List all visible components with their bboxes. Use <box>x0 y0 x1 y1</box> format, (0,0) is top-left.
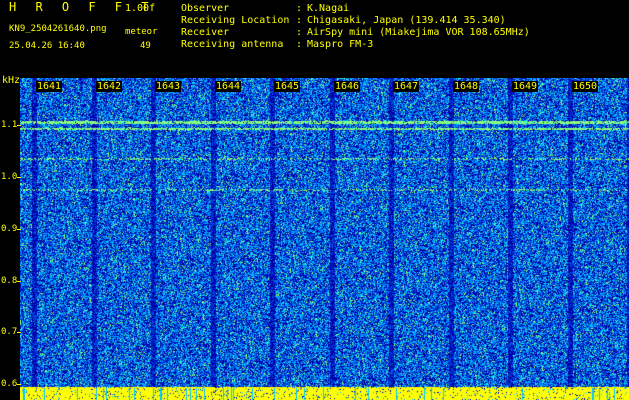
meta-key-location: Receiving Location <box>181 15 290 26</box>
x-tick-label: 1645 <box>274 81 301 92</box>
x-tick-label: 1647 <box>393 81 420 92</box>
x-tick-label: 1642 <box>96 81 123 92</box>
timestamp: 25.04.26 16:40 <box>9 41 85 51</box>
file-name: KN9_2504261640.png <box>9 24 107 34</box>
y-tick-mark <box>17 125 21 126</box>
x-tick-label: 1641 <box>36 81 63 92</box>
meta-sep: : <box>296 27 303 38</box>
meta-sep: : <box>296 3 303 14</box>
meta-key-receiver: Receiver <box>181 27 230 38</box>
meta-sep: : <box>296 39 303 50</box>
header-panel: H R O F F T 1.00f KN9_2504261640.png 25.… <box>0 0 629 78</box>
version-label: 1.00f <box>125 3 156 14</box>
meteor-label: meteor <box>125 27 158 37</box>
x-tick-label: 1648 <box>453 81 480 92</box>
meta-sep: : <box>296 15 303 26</box>
x-tick-label: 1646 <box>334 81 361 92</box>
meta-value-observer: K.Nagai <box>307 3 350 14</box>
x-tick-label: 1650 <box>572 81 599 92</box>
meta-key-observer: Observer <box>181 3 230 14</box>
x-tick-label: 1644 <box>215 81 242 92</box>
meteor-count: 49 <box>140 41 151 51</box>
meta-value-receiver: AirSpy mini (Miakejima VOR 108.65MHz) <box>307 27 530 38</box>
y-axis-unit: kHz <box>2 75 21 86</box>
meta-value-location: Chigasaki, Japan (139.414 35.340) <box>307 15 506 26</box>
meta-value-antenna: Maspro FM-3 <box>307 39 374 50</box>
spectrogram-canvas <box>20 78 629 400</box>
meta-key-antenna: Receiving antenna <box>181 39 284 50</box>
y-tick-mark <box>17 384 21 385</box>
y-tick-mark <box>17 177 21 178</box>
y-tick-mark <box>17 229 21 230</box>
x-tick-label: 1649 <box>512 81 539 92</box>
x-tick-label: 1643 <box>155 81 182 92</box>
y-tick-mark <box>17 281 21 282</box>
y-tick-mark <box>17 332 21 333</box>
